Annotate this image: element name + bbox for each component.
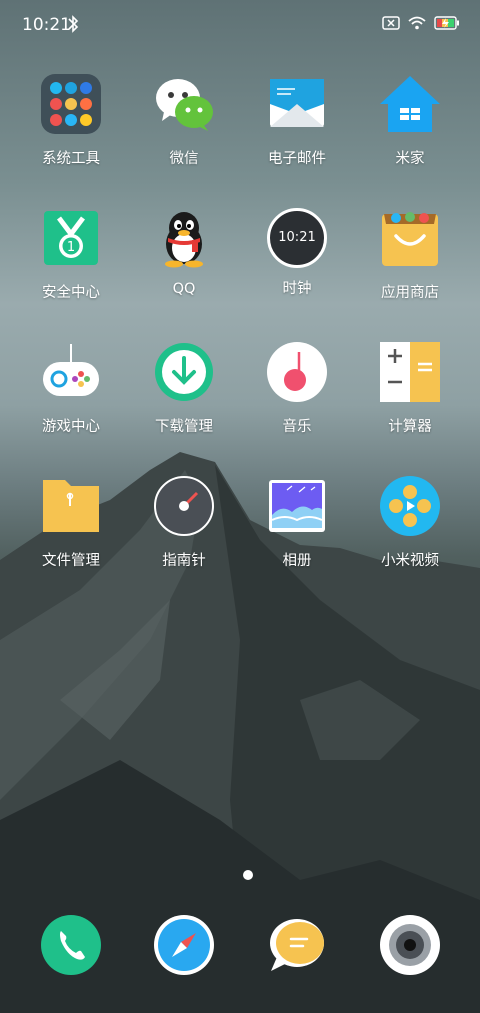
app-label: 微信	[169, 151, 199, 167]
app-file-manager[interactable]: 文件管理	[16, 476, 126, 570]
app-store[interactable]: 应用商店	[355, 208, 465, 302]
wifi-icon	[408, 16, 426, 30]
no-sim-icon	[382, 16, 400, 30]
file-folder-icon	[43, 480, 99, 532]
app-label: 小米视频	[381, 553, 439, 569]
page-indicator-dot	[243, 870, 253, 880]
app-label: 文件管理	[42, 553, 100, 569]
app-label: 指南针	[162, 553, 206, 569]
status-time: 10:21	[22, 15, 71, 35]
app-label: 计算器	[388, 419, 432, 435]
security-medal-icon: 1	[44, 211, 98, 265]
system-tools-folder-icon	[41, 74, 101, 134]
clock-icon-time: 10:21	[278, 230, 316, 245]
app-label: 安全中心	[42, 285, 100, 301]
qq-penguin-icon	[165, 212, 203, 268]
app-store-bag-icon	[382, 212, 438, 266]
app-label: 电子邮件	[268, 151, 326, 167]
dock-camera[interactable]	[355, 915, 465, 979]
app-label: QQ	[172, 281, 196, 297]
status-bar: 10:21	[0, 0, 480, 52]
wechat-icon	[156, 79, 213, 131]
app-download-manager[interactable]: 下载管理	[129, 342, 239, 436]
app-label: 音乐	[282, 419, 312, 435]
app-label: 米家	[395, 151, 425, 167]
app-music[interactable]: 音乐	[242, 342, 352, 436]
dock-messages[interactable]	[242, 915, 352, 979]
app-label: 游戏中心	[42, 419, 100, 435]
app-mijia[interactable]: 米家	[355, 74, 465, 168]
phone-icon	[41, 915, 101, 975]
gamepad-icon	[43, 344, 99, 396]
app-compass[interactable]: 指南针	[129, 476, 239, 570]
dock	[0, 915, 480, 985]
mijia-home-icon	[380, 76, 440, 132]
app-game-center[interactable]: 游戏中心	[16, 342, 126, 436]
app-mi-video[interactable]: 小米视频	[355, 476, 465, 570]
dock-phone[interactable]	[16, 915, 126, 979]
gallery-photo-icon	[269, 480, 325, 532]
music-note-icon	[267, 342, 327, 402]
battery-charging-icon	[434, 16, 459, 30]
dock-browser[interactable]	[129, 915, 239, 979]
clock-icon: 10:21	[267, 208, 327, 268]
app-calculator[interactable]: 计算器	[355, 342, 465, 436]
bluetooth-icon	[68, 15, 79, 33]
compass-icon	[154, 476, 214, 536]
app-security-center[interactable]: 1 安全中心	[16, 208, 126, 302]
app-qq[interactable]: QQ	[129, 208, 239, 297]
download-arrow-icon	[155, 343, 213, 401]
app-label: 下载管理	[155, 419, 213, 435]
app-label: 相册	[282, 553, 312, 569]
camera-lens-icon	[380, 915, 440, 975]
svg-text:1: 1	[67, 240, 75, 255]
calculator-icon	[380, 342, 440, 402]
app-email[interactable]: 电子邮件	[242, 74, 352, 168]
app-gallery[interactable]: 相册	[242, 476, 352, 570]
app-clock[interactable]: 10:21 时钟	[242, 208, 352, 298]
email-envelope-icon	[270, 79, 324, 127]
message-bubble-icon	[270, 919, 324, 971]
app-label: 时钟	[282, 281, 312, 297]
app-label: 应用商店	[381, 285, 439, 301]
video-reel-icon	[380, 476, 440, 536]
app-wechat[interactable]: 微信	[129, 74, 239, 168]
app-system-tools[interactable]: 系统工具	[16, 74, 126, 168]
app-label: 系统工具	[42, 151, 100, 167]
browser-compass-icon	[154, 915, 214, 975]
